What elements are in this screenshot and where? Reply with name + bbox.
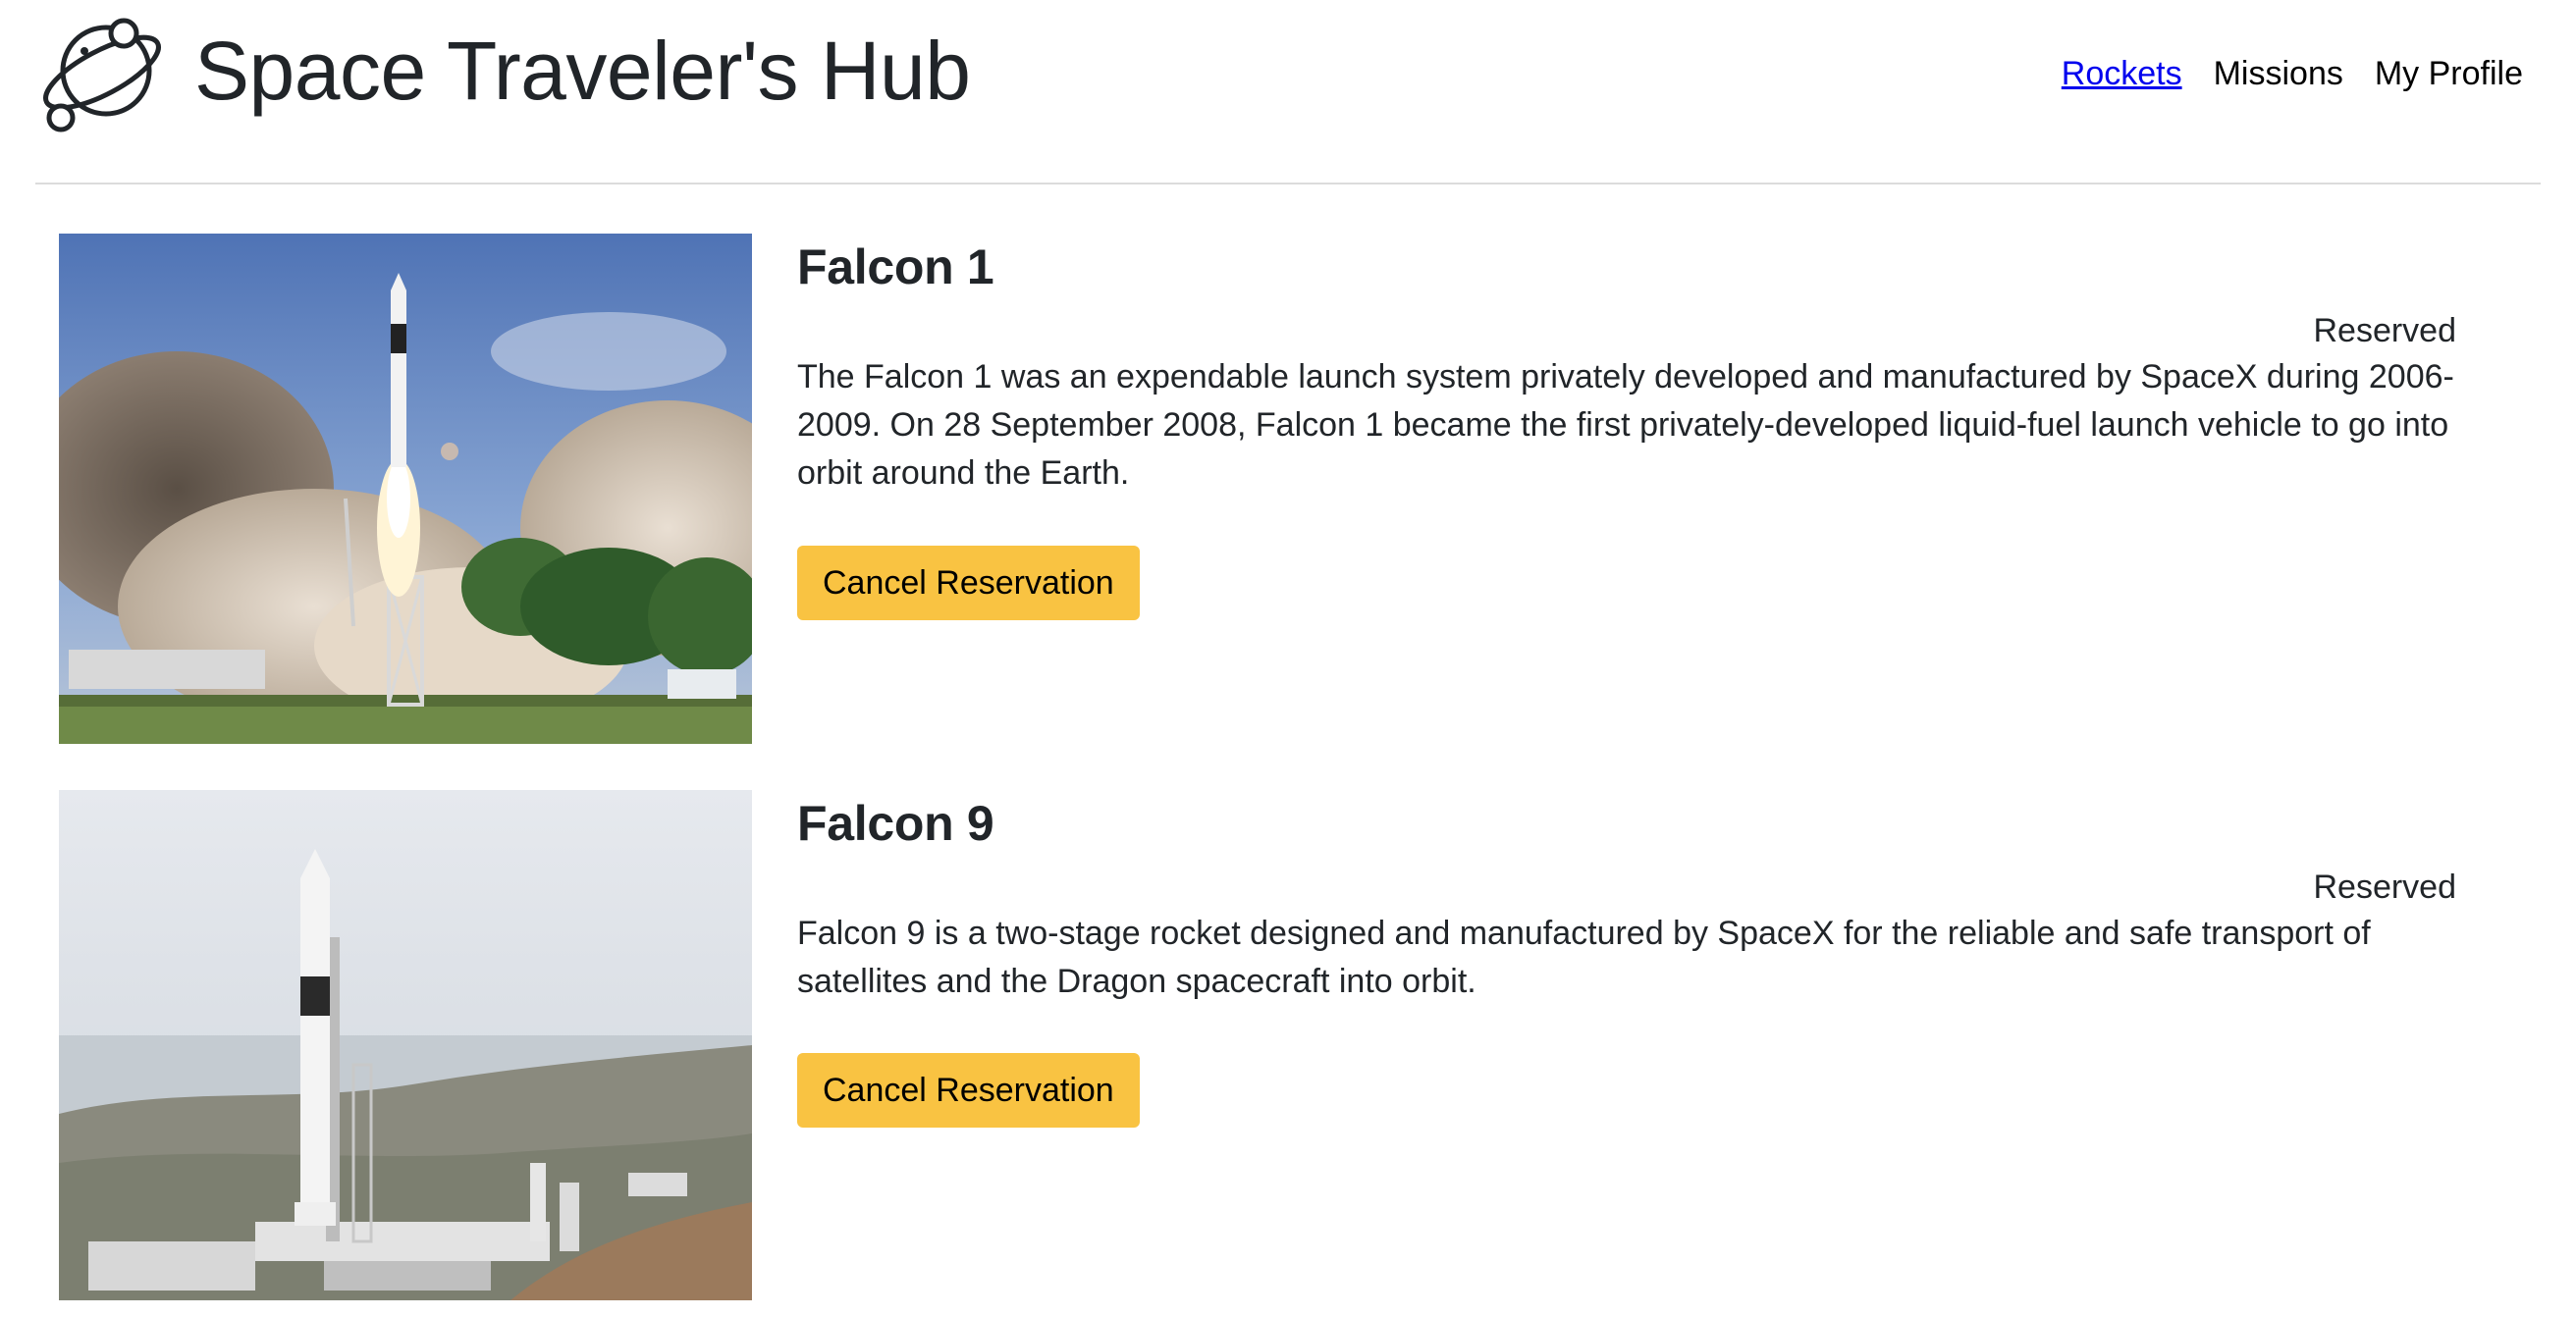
- main-nav: Rockets Missions My Profile: [2062, 51, 2523, 96]
- cancel-reservation-button[interactable]: Cancel Reservation: [797, 1053, 1140, 1128]
- status-badge: Reserved: [2313, 312, 2456, 349]
- page-title: Space Traveler's Hub: [194, 25, 971, 117]
- rocket-card: Falcon 1 Reserved The Falcon 1 was an ex…: [59, 234, 2456, 744]
- rocket-image: [59, 790, 752, 1300]
- rocket-details: Falcon 1 Reserved The Falcon 1 was an ex…: [797, 234, 2456, 620]
- nav-link-missions[interactable]: Missions: [2214, 51, 2343, 96]
- planet-icon[interactable]: [35, 8, 165, 137]
- rocket-details: Falcon 9 Reserved Falcon 9 is a two-stag…: [797, 790, 2456, 1128]
- site-header: Space Traveler's Hub Rockets Missions My…: [35, 0, 2541, 184]
- rocket-description: The Falcon 1 was an expendable launch sy…: [797, 358, 2454, 492]
- cancel-reservation-button[interactable]: Cancel Reservation: [797, 546, 1140, 620]
- rocket-name: Falcon 9: [797, 796, 994, 851]
- rocket-description: Falcon 9 is a two-stage rocket designed …: [797, 915, 2371, 1000]
- rocket-name: Falcon 1: [797, 239, 994, 294]
- rocket-image: [59, 234, 752, 744]
- rocket-card: Falcon 9 Reserved Falcon 9 is a two-stag…: [59, 790, 2456, 1300]
- nav-link-rockets[interactable]: Rockets: [2062, 51, 2182, 96]
- status-badge: Reserved: [2313, 869, 2456, 906]
- nav-link-my-profile[interactable]: My Profile: [2375, 51, 2523, 96]
